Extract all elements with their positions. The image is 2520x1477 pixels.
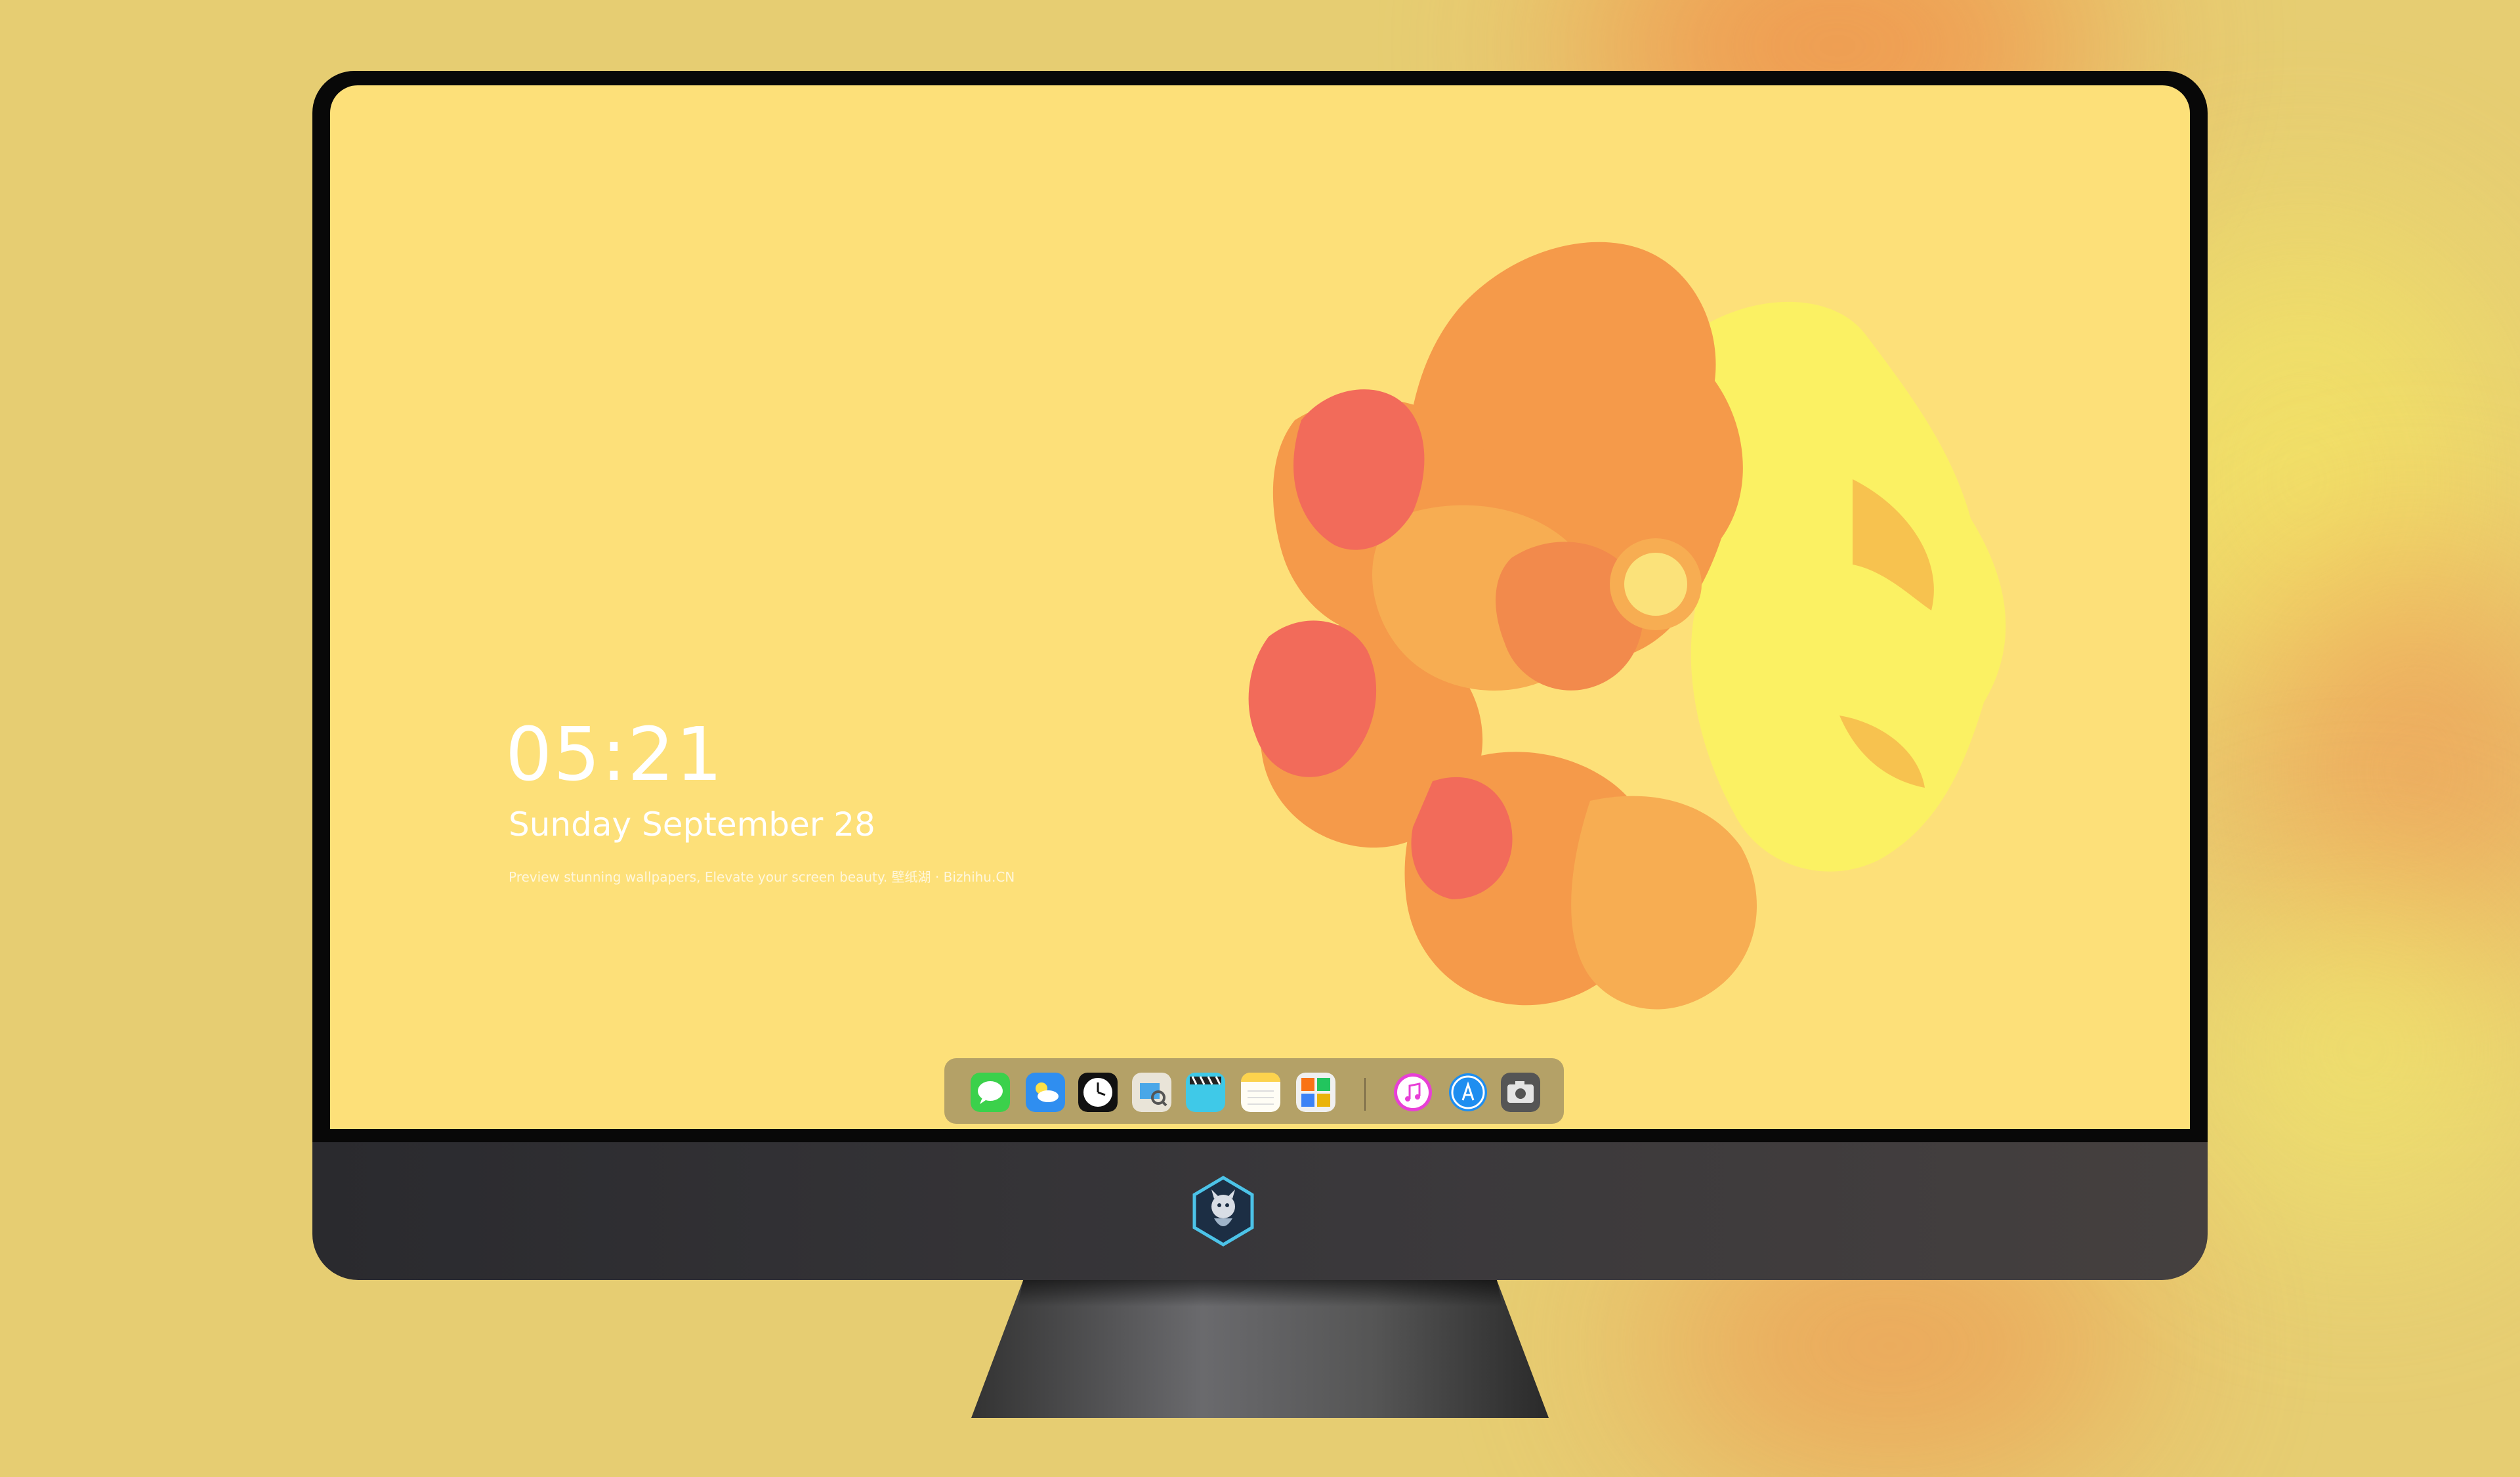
lock-screen-time: 05:21 (505, 712, 724, 798)
monitor-chin (312, 1142, 2208, 1280)
clips-icon[interactable] (1186, 1073, 1225, 1112)
messages-icon[interactable] (971, 1073, 1010, 1112)
photo-booth-icon[interactable] (1296, 1073, 1335, 1112)
dock (944, 1058, 1564, 1124)
desktop-screen: 05:21 Sunday September 28 Preview stunni… (330, 85, 2190, 1129)
lock-screen-tagline: Preview stunning wallpapers, Elevate you… (509, 869, 1015, 885)
app-store-icon[interactable] (1448, 1073, 1488, 1112)
mascot-logo-icon (1192, 1176, 1254, 1247)
weather-icon[interactable] (1026, 1073, 1065, 1112)
dock-separator (1364, 1078, 1366, 1111)
flower-wallpaper (1248, 242, 2006, 1010)
background-blur (2198, 886, 2520, 1214)
clock-icon[interactable] (1078, 1073, 1118, 1112)
monitor-stand-shadow (1017, 1280, 1503, 1306)
notes-icon[interactable] (1241, 1073, 1280, 1112)
lock-screen-date: Sunday September 28 (509, 805, 875, 844)
camera-icon[interactable] (1501, 1073, 1540, 1112)
preview-icon[interactable] (1132, 1073, 1171, 1112)
music-icon[interactable] (1393, 1073, 1433, 1112)
